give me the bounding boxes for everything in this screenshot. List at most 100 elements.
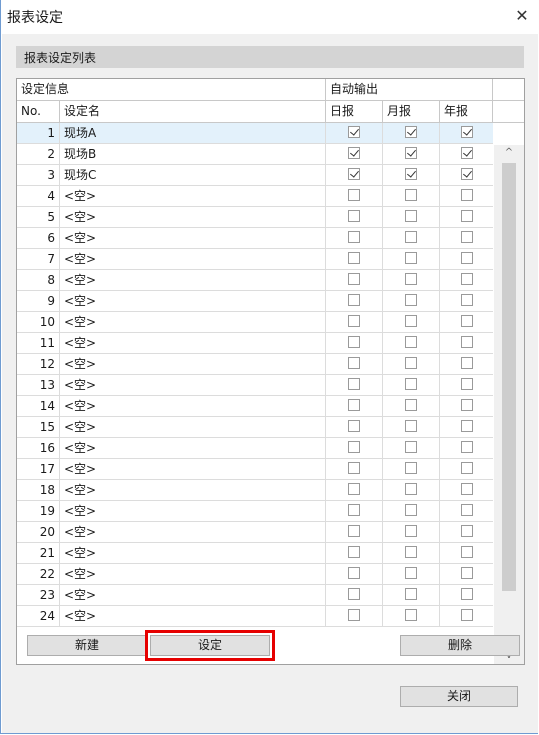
setting-name[interactable]: <空> [60,564,326,584]
yearly-checkbox[interactable] [460,336,473,348]
table-row[interactable]: 13 <空> [17,375,493,396]
daily-checkbox[interactable] [348,399,360,411]
daily-checkbox[interactable] [348,609,360,621]
setting-name[interactable]: <空> [60,606,326,626]
monthly-checkbox[interactable] [405,273,417,285]
table-row[interactable]: 1 现场A [17,123,493,144]
yearly-checkbox[interactable] [460,504,473,516]
yearly-checkbox[interactable] [460,315,473,327]
yearly-checkbox[interactable] [460,441,473,453]
yearly-checkbox[interactable] [460,126,473,138]
yearly-checkbox[interactable] [460,567,473,579]
yearly-checkbox[interactable] [460,546,473,558]
setting-name[interactable]: <空> [60,186,326,206]
monthly-checkbox[interactable] [405,126,417,138]
table-row[interactable]: 16 <空> [17,438,493,459]
yearly-checkbox[interactable] [460,210,473,222]
daily-checkbox[interactable] [348,483,360,495]
setting-name[interactable]: <空> [60,270,326,290]
delete-button[interactable]: 删除 [400,635,520,656]
daily-checkbox[interactable] [348,231,360,243]
table-row[interactable]: 9 <空> [17,291,493,312]
scroll-up-icon[interactable]: ^ [494,145,524,161]
setting-name[interactable]: <空> [60,585,326,605]
monthly-checkbox[interactable] [405,168,417,180]
daily-checkbox[interactable] [348,357,360,369]
daily-checkbox[interactable] [348,273,360,285]
monthly-checkbox[interactable] [405,231,417,243]
yearly-checkbox[interactable] [460,168,473,180]
daily-checkbox[interactable] [348,168,360,180]
table-row[interactable]: 10 <空> [17,312,493,333]
header-name[interactable]: 设定名 [60,101,326,122]
monthly-checkbox[interactable] [405,315,417,327]
setting-name[interactable]: <空> [60,375,326,395]
yearly-checkbox[interactable] [460,588,473,600]
daily-checkbox[interactable] [348,462,360,474]
table-row[interactable]: 20 <空> [17,522,493,543]
table-row[interactable]: 8 <空> [17,270,493,291]
table-row[interactable]: 18 <空> [17,480,493,501]
setting-name[interactable]: <空> [60,417,326,437]
monthly-checkbox[interactable] [405,441,417,453]
table-row[interactable]: 5 <空> [17,207,493,228]
setting-name[interactable]: <空> [60,207,326,227]
monthly-checkbox[interactable] [405,609,417,621]
monthly-checkbox[interactable] [405,294,417,306]
yearly-checkbox[interactable] [460,231,473,243]
monthly-checkbox[interactable] [405,567,417,579]
table-row[interactable]: 17 <空> [17,459,493,480]
table-row[interactable]: 7 <空> [17,249,493,270]
header-no[interactable]: No. [17,101,60,122]
monthly-checkbox[interactable] [405,588,417,600]
monthly-checkbox[interactable] [405,525,417,537]
yearly-checkbox[interactable] [460,462,473,474]
setting-name[interactable]: <空> [60,438,326,458]
setting-name[interactable]: <空> [60,333,326,353]
table-row[interactable]: 6 <空> [17,228,493,249]
setting-name[interactable]: <空> [60,543,326,563]
monthly-checkbox[interactable] [405,357,417,369]
daily-checkbox[interactable] [348,126,360,138]
setting-name[interactable]: <空> [60,291,326,311]
daily-checkbox[interactable] [348,210,360,222]
daily-checkbox[interactable] [348,336,360,348]
daily-checkbox[interactable] [348,504,360,516]
table-row[interactable]: 11 <空> [17,333,493,354]
yearly-checkbox[interactable] [460,294,473,306]
setting-name[interactable]: <空> [60,312,326,332]
daily-checkbox[interactable] [348,588,360,600]
monthly-checkbox[interactable] [405,189,417,201]
table-row[interactable]: 23 <空> [17,585,493,606]
monthly-checkbox[interactable] [405,147,417,159]
monthly-checkbox[interactable] [405,252,417,264]
monthly-checkbox[interactable] [405,462,417,474]
close-icon[interactable]: ✕ [510,4,534,28]
monthly-checkbox[interactable] [405,399,417,411]
daily-checkbox[interactable] [348,567,360,579]
monthly-checkbox[interactable] [405,378,417,390]
yearly-checkbox[interactable] [460,525,473,537]
table-row[interactable]: 21 <空> [17,543,493,564]
monthly-checkbox[interactable] [405,546,417,558]
setting-name[interactable]: <空> [60,354,326,374]
monthly-checkbox[interactable] [405,210,417,222]
daily-checkbox[interactable] [348,252,360,264]
daily-checkbox[interactable] [348,441,360,453]
table-row[interactable]: 24 <空> [17,606,493,627]
monthly-checkbox[interactable] [405,336,417,348]
monthly-checkbox[interactable] [405,504,417,516]
header-monthly[interactable]: 月报 [383,101,440,122]
header-yearly[interactable]: 年报 [440,101,493,122]
close-button[interactable]: 关闭 [400,686,518,707]
table-row[interactable]: 14 <空> [17,396,493,417]
setting-name[interactable]: <空> [60,501,326,521]
scrollbar-thumb[interactable] [502,163,516,591]
yearly-checkbox[interactable] [460,189,473,201]
daily-checkbox[interactable] [348,315,360,327]
setting-name[interactable]: <空> [60,480,326,500]
header-daily[interactable]: 日报 [326,101,383,122]
vertical-scrollbar[interactable]: ^ v [494,145,524,664]
table-row[interactable]: 15 <空> [17,417,493,438]
table-row[interactable]: 12 <空> [17,354,493,375]
